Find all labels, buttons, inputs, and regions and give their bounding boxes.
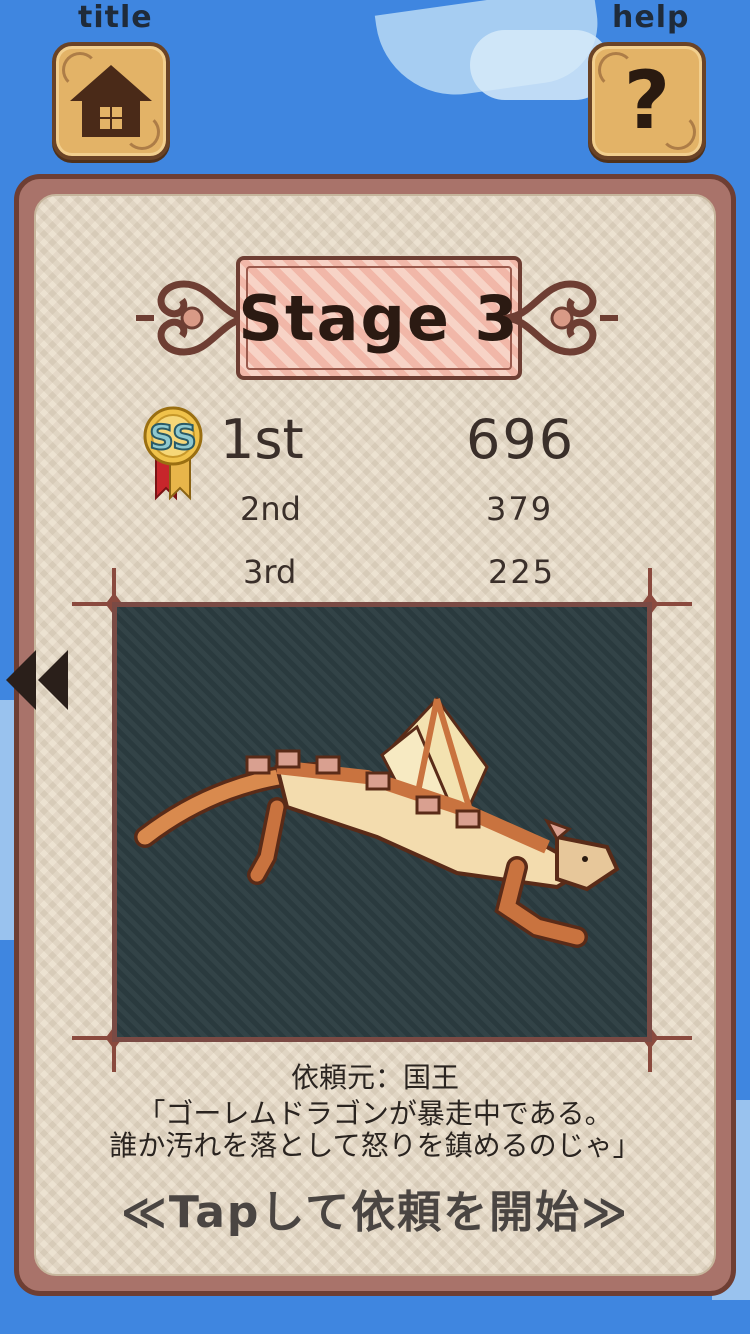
stage-title: Stage 3 <box>238 281 520 355</box>
ornament-swirl-icon <box>136 280 251 356</box>
request-message-line-2: 誰か汚れを落として怒りを鎮めるのじゃ」 <box>109 1129 641 1162</box>
previous-stage-button[interactable] <box>2 648 72 712</box>
request-client: 依頼元：国王 <box>290 1061 459 1094</box>
start-request-button[interactable]: ≪Tapして依頼を開始≫ <box>0 1176 750 1240</box>
double-left-arrow-icon <box>6 650 68 710</box>
rank-score: 696 <box>466 408 576 471</box>
ss-medal-icon: SS <box>136 406 210 502</box>
help-button-label: help <box>612 0 690 35</box>
rank-label: 1st <box>220 408 304 471</box>
house-icon <box>70 65 152 137</box>
question-mark-icon: ? <box>623 54 671 147</box>
rank-score: 379 <box>486 490 554 528</box>
title-button-label: title <box>78 0 153 35</box>
title-button[interactable] <box>52 42 170 160</box>
help-button[interactable]: ? <box>588 42 706 160</box>
stage-banner: Stage 3 <box>132 256 622 380</box>
stage-artwork[interactable] <box>112 602 652 1042</box>
golem-dragon-illustration <box>134 696 620 948</box>
medal-text: SS <box>149 418 196 458</box>
rank-label: 2nd <box>240 490 301 528</box>
